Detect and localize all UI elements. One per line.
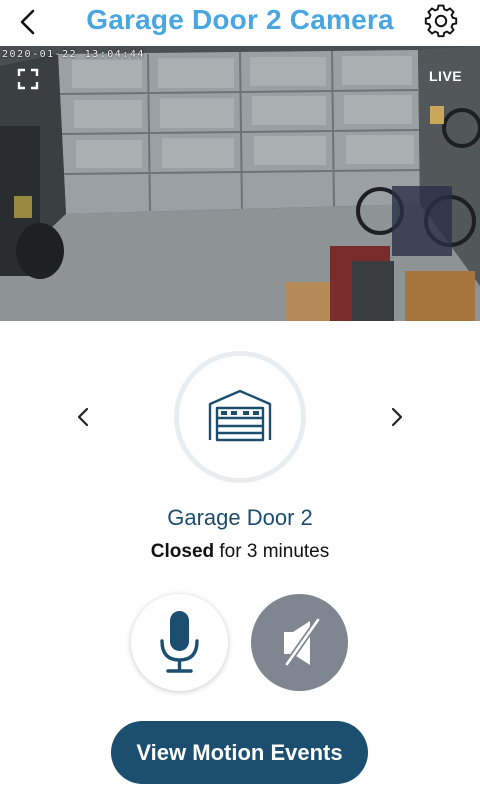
next-device-button[interactable] <box>384 402 408 432</box>
microphone-button[interactable] <box>131 594 228 691</box>
speaker-muted-icon <box>284 618 321 666</box>
header: Garage Door 2 Camera <box>0 0 480 46</box>
live-badge: LIVE <box>429 68 463 84</box>
garage-door-icon <box>208 389 272 442</box>
door-status: Closed for 3 minutes <box>0 541 480 563</box>
camera-feed[interactable]: 2020-01-22 13:04:44 LIVE <box>0 46 480 321</box>
door-state-duration: for 3 minutes <box>214 541 330 562</box>
chevron-left-icon <box>77 407 89 427</box>
settings-button[interactable] <box>423 3 459 39</box>
door-state: Closed <box>150 541 215 562</box>
chevron-right-icon <box>391 407 403 427</box>
view-motion-events-button[interactable]: View Motion Events <box>111 721 368 784</box>
page-title: Garage Door 2 Camera <box>86 4 394 35</box>
garage-camera-image <box>0 46 480 321</box>
device-name: Garage Door 2 <box>167 505 313 530</box>
microphone-icon <box>160 611 199 673</box>
speaker-button[interactable] <box>251 594 348 691</box>
fullscreen-button[interactable] <box>17 68 39 90</box>
garage-door-toggle[interactable] <box>174 351 306 483</box>
garage-door-toggle-face <box>179 356 301 478</box>
fullscreen-icon <box>17 68 39 90</box>
video-timestamp: 2020-01-22 13:04:44 <box>2 49 145 60</box>
previous-device-button[interactable] <box>72 402 96 432</box>
gear-icon <box>424 4 458 38</box>
